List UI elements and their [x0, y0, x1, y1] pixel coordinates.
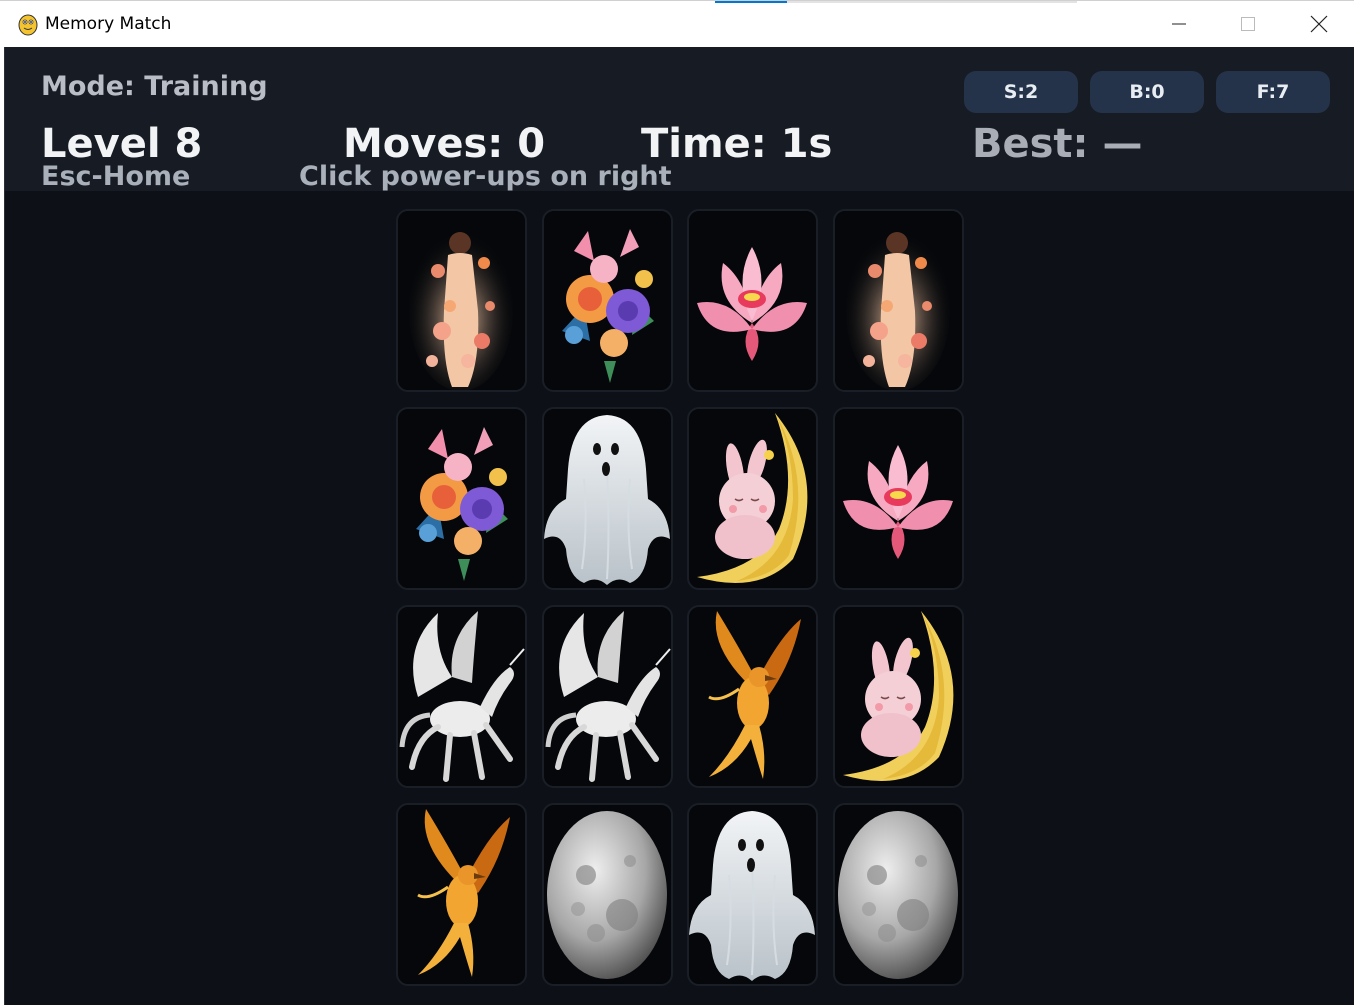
memory-card[interactable]	[833, 407, 964, 590]
mode-label: Mode: Training	[41, 71, 268, 102]
memory-card[interactable]	[542, 605, 673, 788]
memory-card[interactable]	[833, 803, 964, 986]
memory-card[interactable]	[687, 209, 818, 392]
bunny-on-moon-icon	[843, 611, 954, 781]
powerup-f-button[interactable]: F:7	[1216, 71, 1330, 113]
powerup-hint: Click power-ups on right	[299, 161, 672, 192]
best-score: Best: —	[972, 121, 1143, 167]
phoenix-bird-icon	[708, 611, 801, 779]
minimize-icon	[1172, 23, 1186, 25]
python-snake-icon	[18, 14, 38, 36]
ghost-icon	[544, 415, 670, 585]
window-titlebar: Memory Match	[0, 0, 1354, 47]
close-button[interactable]	[1296, 1, 1342, 47]
maximize-button[interactable]	[1225, 1, 1271, 47]
ghost-icon	[689, 811, 815, 981]
full-moon-icon	[838, 811, 958, 979]
memory-card[interactable]	[687, 407, 818, 590]
minimize-button[interactable]	[1156, 1, 1202, 47]
pink-lotus-icon	[843, 445, 953, 559]
close-icon	[1310, 15, 1328, 33]
window-title: Memory Match	[45, 14, 172, 34]
game-surface: Mode: Training Level 8 Moves: 0 Time: 1s…	[4, 47, 1354, 1005]
flower-bouquet-icon	[562, 229, 654, 383]
full-moon-icon	[547, 811, 667, 979]
pegasus-icon	[545, 611, 671, 782]
bunny-on-moon-icon	[697, 413, 808, 583]
escape-home-hint: Esc-Home	[41, 161, 191, 192]
hud-panel: Mode: Training Level 8 Moves: 0 Time: 1s…	[5, 47, 1354, 192]
memory-card[interactable]	[833, 209, 964, 392]
pegasus-icon	[399, 611, 525, 782]
memory-card[interactable]	[542, 407, 673, 590]
pink-lotus-icon	[697, 247, 807, 361]
titlebar-accent	[715, 1, 787, 3]
memory-card[interactable]	[542, 803, 673, 986]
woman-with-flowers-icon	[409, 231, 513, 390]
maximize-icon	[1241, 17, 1255, 31]
powerup-s-button[interactable]: S:2	[964, 71, 1078, 113]
memory-card[interactable]	[542, 209, 673, 392]
phoenix-bird-icon	[417, 809, 510, 977]
powerup-b-button[interactable]: B:0	[1090, 71, 1204, 113]
memory-card[interactable]	[396, 407, 527, 590]
titlebar-accent-secondary	[787, 1, 1077, 3]
memory-card[interactable]	[833, 605, 964, 788]
memory-card[interactable]	[396, 209, 527, 392]
memory-card[interactable]	[396, 605, 527, 788]
memory-card[interactable]	[687, 803, 818, 986]
memory-card[interactable]	[687, 605, 818, 788]
memory-card[interactable]	[396, 803, 527, 986]
flower-bouquet-icon	[416, 427, 508, 581]
woman-with-flowers-icon	[846, 231, 950, 390]
